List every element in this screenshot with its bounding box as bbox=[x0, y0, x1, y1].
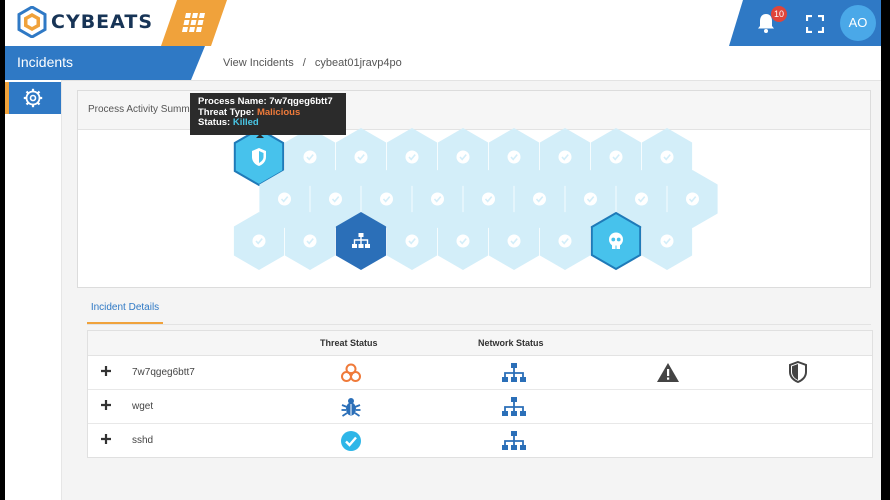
details-tabs: Incident Details bbox=[87, 294, 871, 325]
check-circle-icon bbox=[533, 192, 546, 206]
tooltip-type-value: Malicious bbox=[256, 106, 301, 118]
tooltip-name-value: 7w7qgeg6btt7 bbox=[269, 96, 333, 107]
check-circle-icon bbox=[278, 192, 291, 206]
check-circle-icon bbox=[405, 150, 419, 164]
user-avatar[interactable]: AO bbox=[840, 5, 876, 41]
logo[interactable]: CYBEATS bbox=[17, 6, 153, 38]
top-bar: CYBEATS 10 AO bbox=[5, 0, 881, 46]
check-circle-icon bbox=[341, 431, 361, 451]
sidebar bbox=[5, 80, 62, 500]
sidebar-item-settings[interactable] bbox=[5, 82, 61, 114]
table-header: Threat Status Network Status bbox=[88, 331, 872, 356]
process-activity-panel: Process Activity Summary Process Name: 7… bbox=[77, 90, 871, 288]
check-circle-icon bbox=[329, 192, 342, 206]
gear-icon bbox=[23, 88, 43, 108]
incident-details-table: Threat Status Network Status 7w7qgeg6btt… bbox=[87, 330, 873, 458]
tab-incident-details[interactable]: Incident Details bbox=[87, 294, 163, 324]
check-circle-icon bbox=[303, 234, 317, 248]
tooltip-name-label: Process Name: bbox=[198, 96, 267, 107]
table-row[interactable]: sshd bbox=[88, 424, 872, 457]
column-network-status: Network Status bbox=[478, 338, 544, 348]
check-circle-icon bbox=[558, 234, 572, 248]
check-circle-icon bbox=[303, 150, 317, 164]
main-content: Process Activity Summary Process Name: 7… bbox=[67, 80, 881, 500]
column-threat-status: Threat Status bbox=[320, 338, 378, 348]
tooltip-status-value: Killed bbox=[232, 117, 259, 128]
check-circle-icon bbox=[635, 192, 648, 206]
check-circle-icon bbox=[558, 150, 572, 164]
notification-badge: 10 bbox=[771, 6, 787, 22]
process-name: 7w7qgeg6btt7 bbox=[132, 367, 195, 378]
breadcrumb-view-incidents[interactable]: View Incidents bbox=[223, 57, 294, 69]
section-title: Incidents bbox=[5, 46, 205, 80]
breadcrumb: View Incidents / cybeat01jravp4po bbox=[223, 46, 402, 80]
sub-header: Incidents View Incidents / cybeat01jravp… bbox=[5, 46, 881, 81]
network-icon bbox=[502, 431, 526, 450]
check-circle-icon bbox=[584, 192, 597, 206]
expand-plus-icon[interactable] bbox=[100, 399, 112, 411]
tooltip-type-label: Threat Type: bbox=[198, 106, 255, 118]
breadcrumb-current: cybeat01jravp4po bbox=[314, 57, 402, 69]
bug-icon bbox=[341, 398, 361, 417]
shield-icon bbox=[789, 361, 807, 383]
check-circle-icon bbox=[252, 234, 266, 248]
check-circle-icon bbox=[507, 234, 521, 248]
check-circle-icon bbox=[660, 150, 674, 164]
cybeats-logo-icon bbox=[17, 6, 47, 38]
check-circle-icon bbox=[431, 192, 444, 206]
table-row[interactable]: wget bbox=[88, 390, 872, 424]
check-circle-icon bbox=[686, 192, 699, 206]
expand-plus-icon[interactable] bbox=[100, 433, 112, 445]
app-window: CYBEATS 10 AO Incidents View Incidents /… bbox=[5, 0, 881, 500]
process-name: wget bbox=[132, 401, 154, 412]
check-circle-icon bbox=[380, 192, 393, 206]
check-circle-icon bbox=[405, 234, 419, 248]
check-circle-icon bbox=[660, 234, 674, 248]
network-icon bbox=[502, 397, 526, 416]
biohazard-icon bbox=[341, 363, 361, 382]
process-name: sshd bbox=[132, 435, 154, 446]
expand-plus-icon[interactable] bbox=[100, 365, 112, 377]
process-tooltip: Process Name: 7w7qgeg6btt7 Threat Type: … bbox=[190, 93, 346, 135]
check-circle-icon bbox=[609, 150, 623, 164]
check-circle-icon bbox=[507, 150, 521, 164]
breadcrumb-separator: / bbox=[302, 57, 306, 69]
apps-grid-button[interactable] bbox=[161, 0, 227, 46]
table-row[interactable]: 7w7qgeg6btt7 bbox=[88, 356, 872, 390]
tooltip-status-label: Status: bbox=[198, 117, 231, 128]
network-icon bbox=[502, 363, 526, 382]
warning-icon bbox=[657, 363, 679, 382]
check-circle-icon bbox=[482, 192, 495, 206]
check-circle-icon bbox=[456, 150, 470, 164]
fullscreen-icon[interactable] bbox=[806, 15, 824, 33]
check-circle-icon bbox=[456, 234, 470, 248]
logo-text: CYBEATS bbox=[51, 11, 154, 33]
check-circle-icon bbox=[354, 150, 368, 164]
grid-icon bbox=[182, 13, 206, 33]
